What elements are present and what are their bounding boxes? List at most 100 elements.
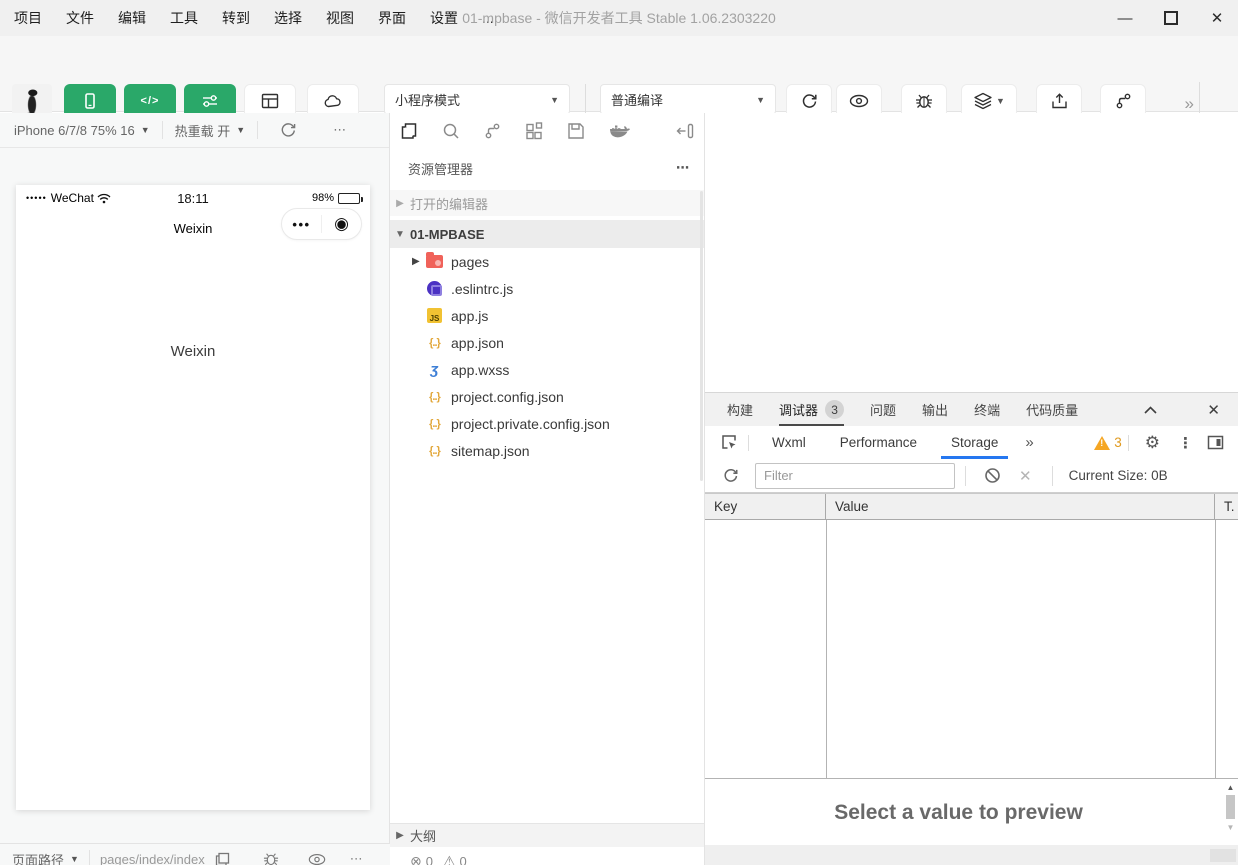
window-controls: — ✕: [1116, 0, 1226, 36]
devtools-tab-storage[interactable]: Storage: [949, 426, 1000, 459]
close-panel-icon[interactable]: ✕: [1195, 401, 1232, 419]
json-file-icon: {..}: [426, 389, 443, 405]
bug-icon: [914, 93, 934, 110]
storage-grid-body[interactable]: [705, 520, 1238, 778]
devtools-tab-wxml[interactable]: Wxml: [770, 426, 808, 459]
maximize-button[interactable]: [1164, 11, 1178, 25]
column-key[interactable]: Key: [705, 494, 826, 519]
debugger-tab-bar: 构建 调试器 3 问题 输出 终端 代码质量 ✕: [705, 393, 1238, 426]
dock-side-icon[interactable]: [1207, 435, 1224, 450]
project-root-node[interactable]: ▼ 01-MPBASE: [390, 220, 704, 248]
phone-icon: [82, 92, 98, 110]
layout-icon: [261, 93, 279, 109]
simulator-panel: iPhone 6/7/8 75% 16 ▼ 热重载 开 ▼ ⋯ 18:11 ••…: [0, 113, 390, 865]
extensions-icon[interactable]: [525, 122, 543, 140]
wifi-icon: [97, 193, 111, 204]
json-file-icon: {..}: [426, 416, 443, 432]
debugger-badge: 3: [825, 400, 844, 419]
tab-debugger[interactable]: 调试器 3: [779, 393, 844, 426]
tree-item-project-private-config[interactable]: {..} project.private.config.json: [390, 410, 704, 437]
window-title: 01-mpbase - 微信开发者工具 Stable 1.06.2303220: [0, 0, 1238, 36]
preview-scrollbar[interactable]: ▲ ▼: [1223, 781, 1238, 843]
tree-item-app-wxss[interactable]: ʒ app.wxss: [390, 356, 704, 383]
page-path-select[interactable]: 页面路径 ▼: [12, 850, 79, 865]
eye-icon[interactable]: [308, 853, 326, 865]
save-icon[interactable]: [567, 122, 585, 140]
capsule-close-button[interactable]: ◉: [322, 214, 361, 234]
battery-icon: [338, 193, 360, 204]
battery-percent: 98%: [312, 192, 334, 204]
git-branch-icon[interactable]: [484, 122, 501, 140]
devtools-tab-performance[interactable]: Performance: [838, 426, 919, 459]
tab-terminal[interactable]: 终端: [974, 393, 1000, 426]
eye-icon: [849, 94, 869, 108]
chevron-right-icon: ▶: [390, 830, 410, 841]
footer-more-button[interactable]: ⋯: [350, 851, 365, 865]
tree-item-eslintrc[interactable]: .eslintrc.js: [390, 275, 704, 302]
collapse-panel-icon[interactable]: [1132, 406, 1169, 414]
chevron-down-icon: ▼: [70, 854, 79, 864]
search-icon[interactable]: [442, 122, 460, 140]
folder-icon: [426, 254, 443, 270]
simulator-more-button[interactable]: ⋯: [319, 113, 362, 148]
compile-mode-select[interactable]: 普通编译 ▼: [600, 84, 776, 115]
tree-item-app-json[interactable]: {..} app.json: [390, 329, 704, 356]
clear-storage-icon[interactable]: [984, 467, 1001, 484]
gear-icon[interactable]: ⚙: [1145, 433, 1160, 453]
scroll-down-icon[interactable]: ▼: [1223, 821, 1238, 833]
more-tabs-button[interactable]: »: [1025, 434, 1031, 451]
warning-icon: ⚠: [443, 853, 456, 865]
main-toolbar: 模拟器 </> 编辑器 调试器 可视化 云开发 小程序模式 ▼ 普通编译 ▼ 编…: [0, 36, 1238, 112]
collapse-sidebar-icon[interactable]: [676, 123, 694, 139]
refresh-icon[interactable]: [723, 468, 739, 484]
explorer-more-button[interactable]: ⋯: [676, 160, 690, 176]
cloud-icon: [323, 94, 343, 109]
toolbar-divider: [585, 84, 586, 115]
page-path-value: pages/index/index: [100, 852, 205, 865]
clear-filter-icon[interactable]: ✕: [1019, 467, 1032, 485]
simulator-refresh-button[interactable]: [258, 113, 319, 148]
filter-input[interactable]: [755, 463, 955, 489]
copy-icon[interactable]: [215, 852, 230, 865]
files-icon[interactable]: [400, 122, 418, 140]
toolbar-overflow-button[interactable]: »: [1185, 94, 1192, 114]
file-tree: ▶ pages .eslintrc.js JS app.js {..} app.…: [390, 248, 704, 464]
tab-code-quality[interactable]: 代码质量: [1026, 393, 1078, 426]
inspect-icon[interactable]: [721, 434, 738, 451]
hot-reload-toggle[interactable]: 热重载 开 ▼: [163, 113, 258, 148]
minimize-button[interactable]: —: [1116, 10, 1134, 27]
debugger-footer-strip: [705, 845, 1238, 865]
scroll-up-icon[interactable]: ▲: [1223, 781, 1238, 793]
eslint-file-icon: [426, 281, 443, 297]
close-button[interactable]: ✕: [1208, 9, 1226, 27]
error-icon: ⊗: [410, 853, 422, 865]
outline-section[interactable]: ▶ 大纲: [390, 823, 704, 847]
kebab-menu-icon[interactable]: ⋮: [1178, 434, 1193, 452]
bug-icon[interactable]: [262, 852, 280, 865]
tree-scrollbar[interactable]: [700, 191, 703, 481]
simulator-toolbar: iPhone 6/7/8 75% 16 ▼ 热重载 开 ▼ ⋯: [0, 113, 389, 148]
scroll-thumb[interactable]: [1226, 795, 1235, 819]
tab-output[interactable]: 输出: [922, 393, 948, 426]
device-select[interactable]: iPhone 6/7/8 75% 16 ▼: [0, 113, 162, 148]
column-value[interactable]: Value: [826, 494, 1215, 519]
docker-icon[interactable]: [609, 123, 631, 140]
tab-build[interactable]: 构建: [727, 393, 753, 426]
open-editors-section[interactable]: ▶ 打开的编辑器: [390, 190, 704, 216]
tree-item-project-config[interactable]: {..} project.config.json: [390, 383, 704, 410]
warnings-indicator[interactable]: 3: [1094, 435, 1122, 450]
mode-select[interactable]: 小程序模式 ▼: [384, 84, 570, 115]
column-type[interactable]: T.: [1215, 494, 1238, 519]
tree-item-sitemap[interactable]: {..} sitemap.json: [390, 437, 704, 464]
chevron-down-icon: ▼: [141, 125, 150, 135]
wxss-file-icon: ʒ: [426, 362, 443, 378]
chevron-down-icon: ▼: [550, 95, 559, 105]
storage-grid-header: Key Value T.: [705, 493, 1238, 520]
signal-icon: •••••: [26, 193, 47, 203]
refresh-icon: [280, 122, 297, 139]
tree-item-app-js[interactable]: JS app.js: [390, 302, 704, 329]
code-icon: </>: [141, 95, 160, 107]
tree-item-pages[interactable]: ▶ pages: [390, 248, 704, 275]
tab-problems[interactable]: 问题: [870, 393, 896, 426]
capsule-more-button[interactable]: •••: [282, 217, 321, 232]
